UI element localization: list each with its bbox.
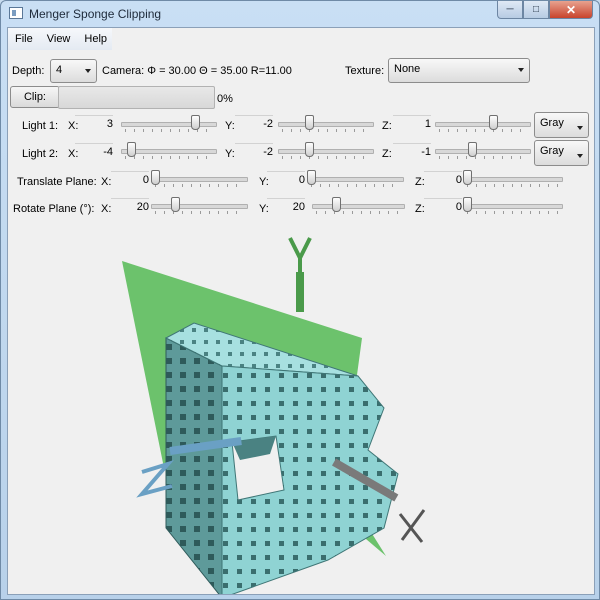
clip-progress-bar — [58, 86, 215, 109]
translate-label: Translate Plane: — [17, 176, 97, 188]
light1-label: Light 1: — [22, 120, 59, 132]
chevron-down-icon — [85, 69, 91, 73]
app-window: Menger Sponge Clipping ─ □ ✕ File View H… — [0, 0, 600, 600]
menu-bar: File View Help — [8, 28, 112, 50]
minimize-icon: ─ — [506, 4, 514, 15]
rotate-label: Rotate Plane (°): — [13, 203, 95, 215]
camera-readout: Camera: Φ = 30.00 Θ = 35.00 R=11.00 — [102, 65, 292, 77]
slider-thumb[interactable] — [463, 170, 472, 185]
menu-file[interactable]: File — [8, 28, 40, 50]
depth-label: Depth: — [12, 65, 45, 77]
light2-color-value: Gray — [540, 145, 564, 157]
slider-thumb[interactable] — [171, 197, 180, 212]
translate-x-field[interactable]: 0 — [111, 171, 149, 191]
translate-z-slider[interactable] — [463, 168, 563, 190]
slider-thumb[interactable] — [332, 197, 341, 212]
window-title: Menger Sponge Clipping — [29, 7, 162, 21]
slider-thumb[interactable] — [463, 197, 472, 212]
caption-buttons: ─ □ ✕ — [497, 1, 593, 20]
app-icon — [9, 7, 23, 19]
translate-z-field[interactable]: 0 — [424, 171, 462, 191]
rotate-x-slider[interactable] — [151, 195, 248, 217]
light1-z-slider[interactable] — [435, 113, 531, 135]
rotate-z-field[interactable]: 0 — [424, 198, 462, 218]
x-axis-letter — [398, 509, 426, 543]
light1-color-select[interactable]: Gray — [534, 112, 589, 138]
slider-thumb[interactable] — [151, 170, 160, 185]
light2-z-label: Z: — [382, 148, 392, 160]
slider-thumb[interactable] — [489, 115, 498, 130]
texture-label: Texture: — [345, 65, 385, 77]
light2-y-slider[interactable] — [278, 140, 374, 162]
light1-y-label: Y: — [225, 120, 235, 132]
rotate-x-field[interactable]: 20 — [111, 198, 149, 218]
light1-x-field[interactable]: 3 — [75, 115, 113, 135]
close-icon: ✕ — [565, 2, 577, 17]
light2-z-field[interactable]: -1 — [393, 143, 431, 163]
slider-thumb[interactable] — [305, 115, 314, 130]
light2-y-field[interactable]: -2 — [235, 143, 273, 163]
light1-color-value: Gray — [540, 117, 564, 129]
light1-y-slider[interactable] — [278, 113, 374, 135]
slider-thumb[interactable] — [305, 142, 314, 157]
slider-thumb[interactable] — [127, 142, 136, 157]
minimize-button[interactable]: ─ — [497, 1, 523, 19]
light2-color-select[interactable]: Gray — [534, 140, 589, 166]
chevron-down-icon — [577, 154, 583, 158]
maximize-icon: □ — [532, 4, 540, 15]
title-bar[interactable]: Menger Sponge Clipping ─ □ ✕ — [1, 1, 599, 27]
rotate-z-slider[interactable] — [463, 195, 563, 217]
chevron-down-icon — [518, 68, 524, 72]
depth-value: 4 — [56, 64, 63, 76]
light1-z-field[interactable]: 1 — [393, 115, 431, 135]
clip-progress-text: 0% — [217, 93, 233, 105]
chevron-down-icon — [577, 126, 583, 130]
light1-x-slider[interactable] — [121, 113, 217, 135]
3d-viewport[interactable] — [8, 228, 594, 594]
light1-z-label: Z: — [382, 120, 392, 132]
translate-x-slider[interactable] — [151, 168, 248, 190]
menu-view[interactable]: View — [40, 28, 78, 50]
sponge-front-face — [165, 337, 223, 594]
texture-value: None — [394, 63, 421, 75]
clip-button[interactable]: Clip: — [10, 86, 60, 108]
light1-y-field[interactable]: -2 — [235, 115, 273, 135]
close-button[interactable]: ✕ — [549, 1, 593, 19]
client-area: File View Help Depth: 4 Camera: Φ = 30.0… — [7, 27, 595, 595]
slider-thumb[interactable] — [307, 170, 316, 185]
translate-y-field[interactable]: 0 — [267, 171, 305, 191]
light2-z-slider[interactable] — [435, 140, 531, 162]
rotate-x-label: X: — [101, 203, 112, 215]
y-axis-letter — [288, 237, 312, 272]
translate-y-slider[interactable] — [307, 168, 404, 190]
slider-thumb[interactable] — [468, 142, 477, 157]
light2-label: Light 2: — [22, 148, 59, 160]
menu-help[interactable]: Help — [77, 28, 114, 50]
translate-x-label: X: — [101, 176, 112, 188]
light2-x-slider[interactable] — [121, 140, 217, 162]
texture-select[interactable]: None — [388, 58, 530, 83]
rotate-y-slider[interactable] — [312, 195, 405, 217]
rotate-y-field[interactable]: 20 — [267, 198, 305, 218]
depth-select[interactable]: 4 — [50, 59, 97, 83]
light2-y-label: Y: — [225, 148, 235, 160]
maximize-button[interactable]: □ — [523, 1, 549, 19]
light2-x-field[interactable]: -4 — [75, 143, 113, 163]
scene-svg — [122, 237, 426, 594]
y-axis-shaft — [296, 272, 304, 312]
slider-thumb[interactable] — [191, 115, 200, 130]
